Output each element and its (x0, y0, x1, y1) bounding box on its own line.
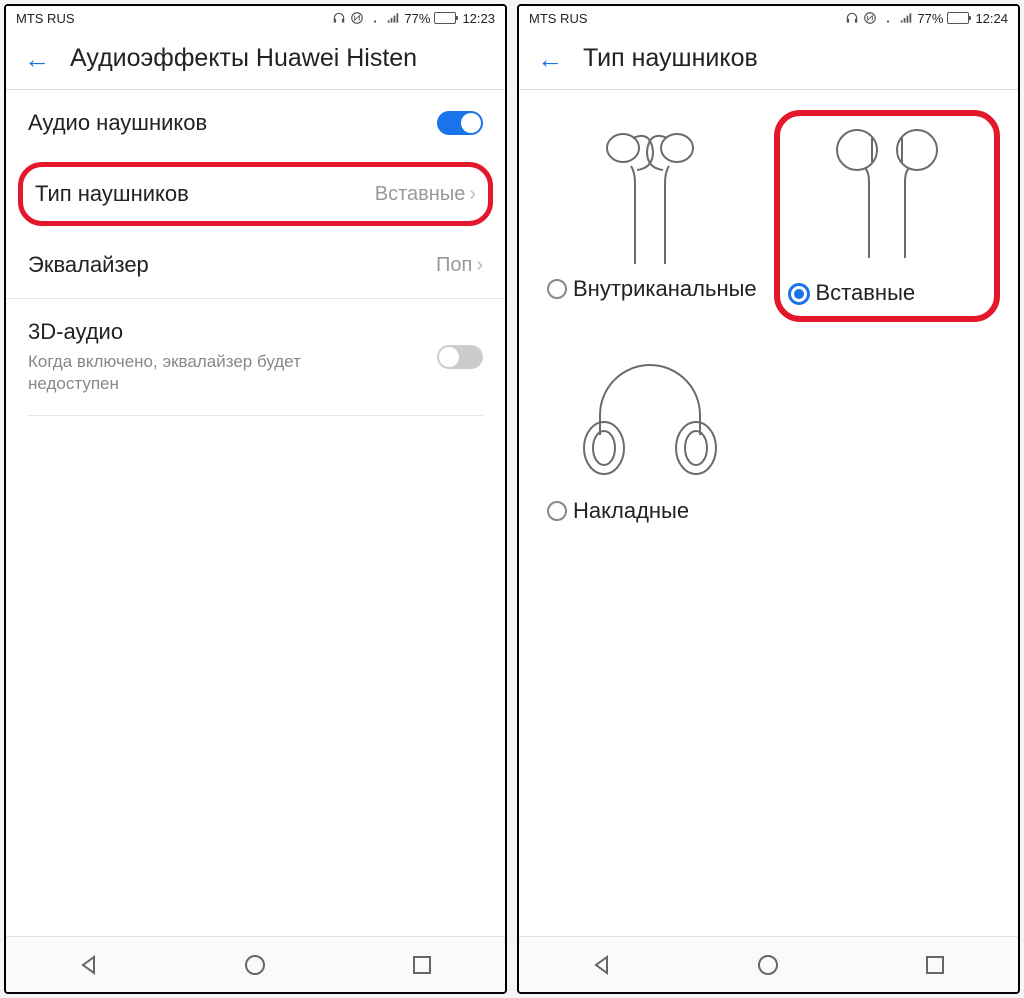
highlight-headphone-type: Тип наушников Вставные › (18, 162, 493, 226)
phone-right: MTS RUS 77% 12:24 ← Тип наушников (517, 4, 1020, 994)
phone-left: MTS RUS 77% 12:23 ← Аудиоэффекты Huawei … (4, 4, 507, 994)
wifi-weak-icon (368, 11, 382, 25)
signal-icon (899, 11, 913, 25)
option-label-row: Накладные (541, 498, 760, 524)
page-title: Аудиоэффекты Huawei Histen (70, 44, 417, 73)
nfc-status-icon (863, 11, 877, 25)
back-button[interactable]: ← (537, 46, 563, 72)
on-ear-headphones-icon (541, 340, 760, 490)
settings-list: Аудио наушников Тип наушников Вставные ›… (6, 90, 505, 936)
row-value: Поп (436, 254, 472, 277)
row-equalizer[interactable]: Эквалайзер Поп › (6, 232, 505, 298)
header: ← Аудиоэффекты Huawei Histen (6, 30, 505, 90)
statusbar: MTS RUS 77% 12:24 (519, 6, 1018, 30)
headphone-type-grid: Внутриканальные (519, 90, 1018, 936)
option-label-row: Вставные (782, 280, 993, 306)
row-value-cluster: Поп › (436, 254, 483, 277)
row-label: 3D-аудио (28, 319, 308, 345)
carrier-label: MTS RUS (16, 11, 75, 26)
earbuds-icon (782, 122, 993, 272)
page-title: Тип наушников (583, 44, 758, 73)
option-label: Вставные (816, 280, 916, 306)
clock: 12:24 (975, 11, 1008, 26)
row-value: Вставные (375, 183, 466, 206)
row-text-column: 3D-аудио Когда включено, эквалайзер буде… (28, 319, 308, 395)
row-headphone-type[interactable]: Тип наушников Вставные › (23, 167, 488, 221)
radio-unchecked[interactable] (547, 501, 567, 521)
in-ear-headphones-icon (541, 118, 760, 268)
option-earbuds-highlighted[interactable]: Вставные (774, 110, 1001, 322)
statusbar-right: 77% 12:23 (332, 11, 495, 26)
battery-percent: 77% (404, 11, 430, 26)
nav-home-button[interactable] (738, 947, 798, 983)
nav-back-button[interactable] (59, 947, 119, 983)
option-label: Накладные (573, 498, 689, 524)
battery-icon (947, 12, 969, 24)
nav-recents-button[interactable] (905, 947, 965, 983)
nav-recents-button[interactable] (392, 947, 452, 983)
navbar (519, 936, 1018, 992)
square-recents-icon (923, 953, 947, 977)
circle-home-icon (756, 953, 780, 977)
option-label: Внутриканальные (573, 276, 757, 302)
wifi-weak-icon (881, 11, 895, 25)
square-recents-icon (410, 953, 434, 977)
statusbar-right: 77% 12:24 (845, 11, 1008, 26)
triangle-back-icon (77, 953, 101, 977)
back-button[interactable]: ← (24, 46, 50, 72)
nav-home-button[interactable] (225, 947, 285, 983)
nav-back-button[interactable] (572, 947, 632, 983)
navbar (6, 936, 505, 992)
option-on-ear[interactable]: Накладные (537, 332, 764, 536)
chevron-right-icon: › (476, 254, 483, 277)
row-label: Тип наушников (35, 181, 189, 207)
row-value-cluster: Вставные › (375, 183, 476, 206)
option-in-ear[interactable]: Внутриканальные (537, 110, 764, 322)
headphones-status-icon (845, 11, 859, 25)
nfc-status-icon (350, 11, 364, 25)
triangle-back-icon (590, 953, 614, 977)
statusbar: MTS RUS 77% 12:23 (6, 6, 505, 30)
signal-icon (386, 11, 400, 25)
clock: 12:23 (462, 11, 495, 26)
battery-icon (434, 12, 456, 24)
chevron-right-icon: › (469, 183, 476, 206)
row-label: Аудио наушников (28, 110, 207, 136)
circle-home-icon (243, 953, 267, 977)
radio-checked[interactable] (788, 283, 810, 305)
row-audio-headphones[interactable]: Аудио наушников (6, 90, 505, 156)
carrier-label: MTS RUS (529, 11, 588, 26)
headphones-status-icon (332, 11, 346, 25)
header: ← Тип наушников (519, 30, 1018, 90)
row-3d-audio[interactable]: 3D-аудио Когда включено, эквалайзер буде… (6, 299, 505, 415)
row-description: Когда включено, эквалайзер будет недосту… (28, 351, 308, 395)
option-label-row: Внутриканальные (541, 276, 760, 302)
radio-unchecked[interactable] (547, 279, 567, 299)
toggle-off[interactable] (437, 345, 483, 369)
divider (28, 415, 483, 416)
toggle-on[interactable] (437, 111, 483, 135)
battery-percent: 77% (917, 11, 943, 26)
row-label: Эквалайзер (28, 252, 149, 278)
